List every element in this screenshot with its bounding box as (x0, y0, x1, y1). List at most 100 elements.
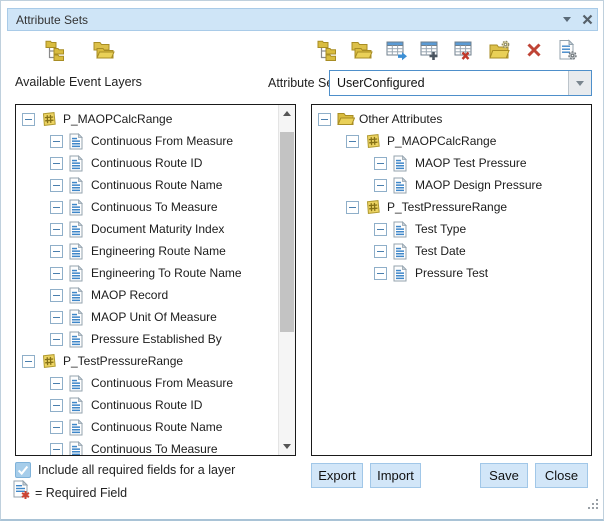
tree-item[interactable]: Continuous Route ID (16, 394, 295, 416)
new-attribute-set-button[interactable] (43, 37, 69, 63)
collapse-box-icon[interactable] (50, 443, 63, 456)
collapse-box-icon[interactable] (50, 289, 63, 302)
include-required-fields-checkbox[interactable] (15, 462, 31, 478)
attribute-set-value: UserConfigured (330, 71, 591, 90)
scrollbar-thumb[interactable] (280, 132, 294, 332)
attribute-sets-dialog: Attribute Sets (0, 0, 604, 521)
scroll-up-button[interactable] (279, 105, 295, 122)
window-title: Attribute Sets (8, 13, 557, 27)
tree-item[interactable]: P_TestPressureRange (16, 350, 295, 372)
add-layer-button[interactable] (418, 37, 444, 63)
tree-item[interactable]: MAOP Record (16, 284, 295, 306)
save-button[interactable]: Save (480, 463, 528, 488)
open-folder-button[interactable] (349, 37, 375, 63)
manage-attribute-sets-button[interactable] (487, 37, 513, 63)
tree-item[interactable]: MAOP Test Pressure (312, 152, 591, 174)
tree-item[interactable]: Engineering Route Name (16, 240, 295, 262)
dropdown-button[interactable] (568, 71, 591, 95)
event-table-icon (41, 111, 59, 128)
close-icon (582, 14, 593, 25)
tree-item[interactable]: Continuous Route Name (16, 416, 295, 438)
delete-attribute-set-button[interactable] (521, 37, 547, 63)
collapse-box-icon[interactable] (50, 245, 63, 258)
tree-item-label: P_TestPressureRange (63, 354, 183, 368)
tree-item-label: MAOP Unit Of Measure (91, 310, 217, 324)
field-icon (69, 155, 87, 172)
collapse-box-icon[interactable] (346, 135, 359, 148)
titlebar: Attribute Sets (7, 8, 598, 31)
collapse-box-icon[interactable] (50, 399, 63, 412)
collapse-box-icon[interactable] (50, 333, 63, 346)
field-icon (69, 243, 87, 260)
export-button[interactable]: Export (311, 463, 363, 488)
collapse-box-icon[interactable] (50, 135, 63, 148)
collapse-box-icon[interactable] (50, 377, 63, 390)
open-folder-icon (92, 40, 116, 60)
collapse-box-icon[interactable] (374, 267, 387, 280)
close-dialog-button[interactable]: Close (535, 463, 588, 488)
tree-item[interactable]: Continuous Route ID (16, 152, 295, 174)
chevron-down-icon (576, 81, 584, 86)
tree-item-label: Continuous To Measure (91, 442, 218, 456)
field-icon (393, 177, 411, 194)
tree-item[interactable]: Continuous To Measure (16, 438, 295, 456)
collapse-box-icon[interactable] (374, 223, 387, 236)
tree-item[interactable]: P_MAOPCalcRange (312, 130, 591, 152)
collapse-box-icon[interactable] (374, 157, 387, 170)
new-attribute-set-button-2[interactable] (315, 37, 341, 63)
collapse-panel-button[interactable] (557, 10, 577, 29)
tree-item[interactable]: P_MAOPCalcRange (16, 108, 295, 130)
tree-item[interactable]: Other Attributes (312, 108, 591, 130)
tree-item[interactable]: Continuous To Measure (16, 196, 295, 218)
export-layer-button[interactable] (384, 37, 410, 63)
collapse-box-icon[interactable] (318, 113, 331, 126)
import-button[interactable]: Import (370, 463, 421, 488)
tree-item[interactable]: Test Date (312, 240, 591, 262)
tree-item[interactable]: Engineering To Route Name (16, 262, 295, 284)
tree-item-label: Continuous To Measure (91, 200, 218, 214)
delete-icon (525, 41, 543, 59)
collapse-box-icon[interactable] (50, 311, 63, 324)
collapse-box-icon[interactable] (50, 421, 63, 434)
tree-item[interactable]: P_TestPressureRange (312, 196, 591, 218)
tree-item[interactable]: MAOP Unit Of Measure (16, 306, 295, 328)
include-required-fields-label: Include all required fields for a layer (38, 463, 235, 477)
remove-layer-button[interactable] (452, 37, 478, 63)
vertical-scrollbar[interactable] (278, 105, 295, 455)
tree-item-label: Engineering To Route Name (91, 266, 242, 280)
collapse-box-icon[interactable] (50, 157, 63, 170)
attribute-set-dropdown[interactable]: UserConfigured (329, 70, 592, 96)
close-button[interactable] (577, 10, 597, 29)
collapse-box-icon[interactable] (22, 355, 35, 368)
collapse-box-icon[interactable] (22, 113, 35, 126)
collapse-box-icon[interactable] (374, 245, 387, 258)
scroll-down-button[interactable] (279, 438, 295, 455)
remove-table-icon (454, 39, 476, 61)
tree-item[interactable]: MAOP Design Pressure (312, 174, 591, 196)
new-attribute-set-tree-icon (317, 39, 339, 61)
tree-item[interactable]: Pressure Established By (16, 328, 295, 350)
tree-item[interactable]: Pressure Test (312, 262, 591, 284)
collapse-box-icon[interactable] (50, 267, 63, 280)
tree-item[interactable]: Continuous From Measure (16, 130, 295, 152)
collapse-box-icon[interactable] (50, 201, 63, 214)
event-table-icon (41, 353, 59, 370)
tree-item[interactable]: Continuous From Measure (16, 372, 295, 394)
tree-item[interactable]: Continuous Route Name (16, 174, 295, 196)
tree-item-label: Pressure Established By (91, 332, 222, 346)
chevron-down-icon (563, 17, 571, 22)
tree-item[interactable]: Document Maturity Index (16, 218, 295, 240)
tree-item[interactable]: Test Type (312, 218, 591, 240)
attribute-set-properties-button[interactable] (555, 37, 581, 63)
collapse-box-icon[interactable] (50, 179, 63, 192)
resize-grip[interactable] (587, 497, 599, 515)
field-icon (393, 265, 411, 282)
checkmark-icon (16, 463, 30, 477)
collapse-box-icon[interactable] (50, 223, 63, 236)
tree-item-label: Continuous From Measure (91, 376, 233, 390)
tree-item-label: Engineering Route Name (91, 244, 226, 258)
collapse-box-icon[interactable] (346, 201, 359, 214)
attribute-set-tree: Other AttributesP_MAOPCalcRangeMAOP Test… (311, 104, 592, 456)
collapse-box-icon[interactable] (374, 179, 387, 192)
open-attribute-set-button[interactable] (91, 37, 117, 63)
